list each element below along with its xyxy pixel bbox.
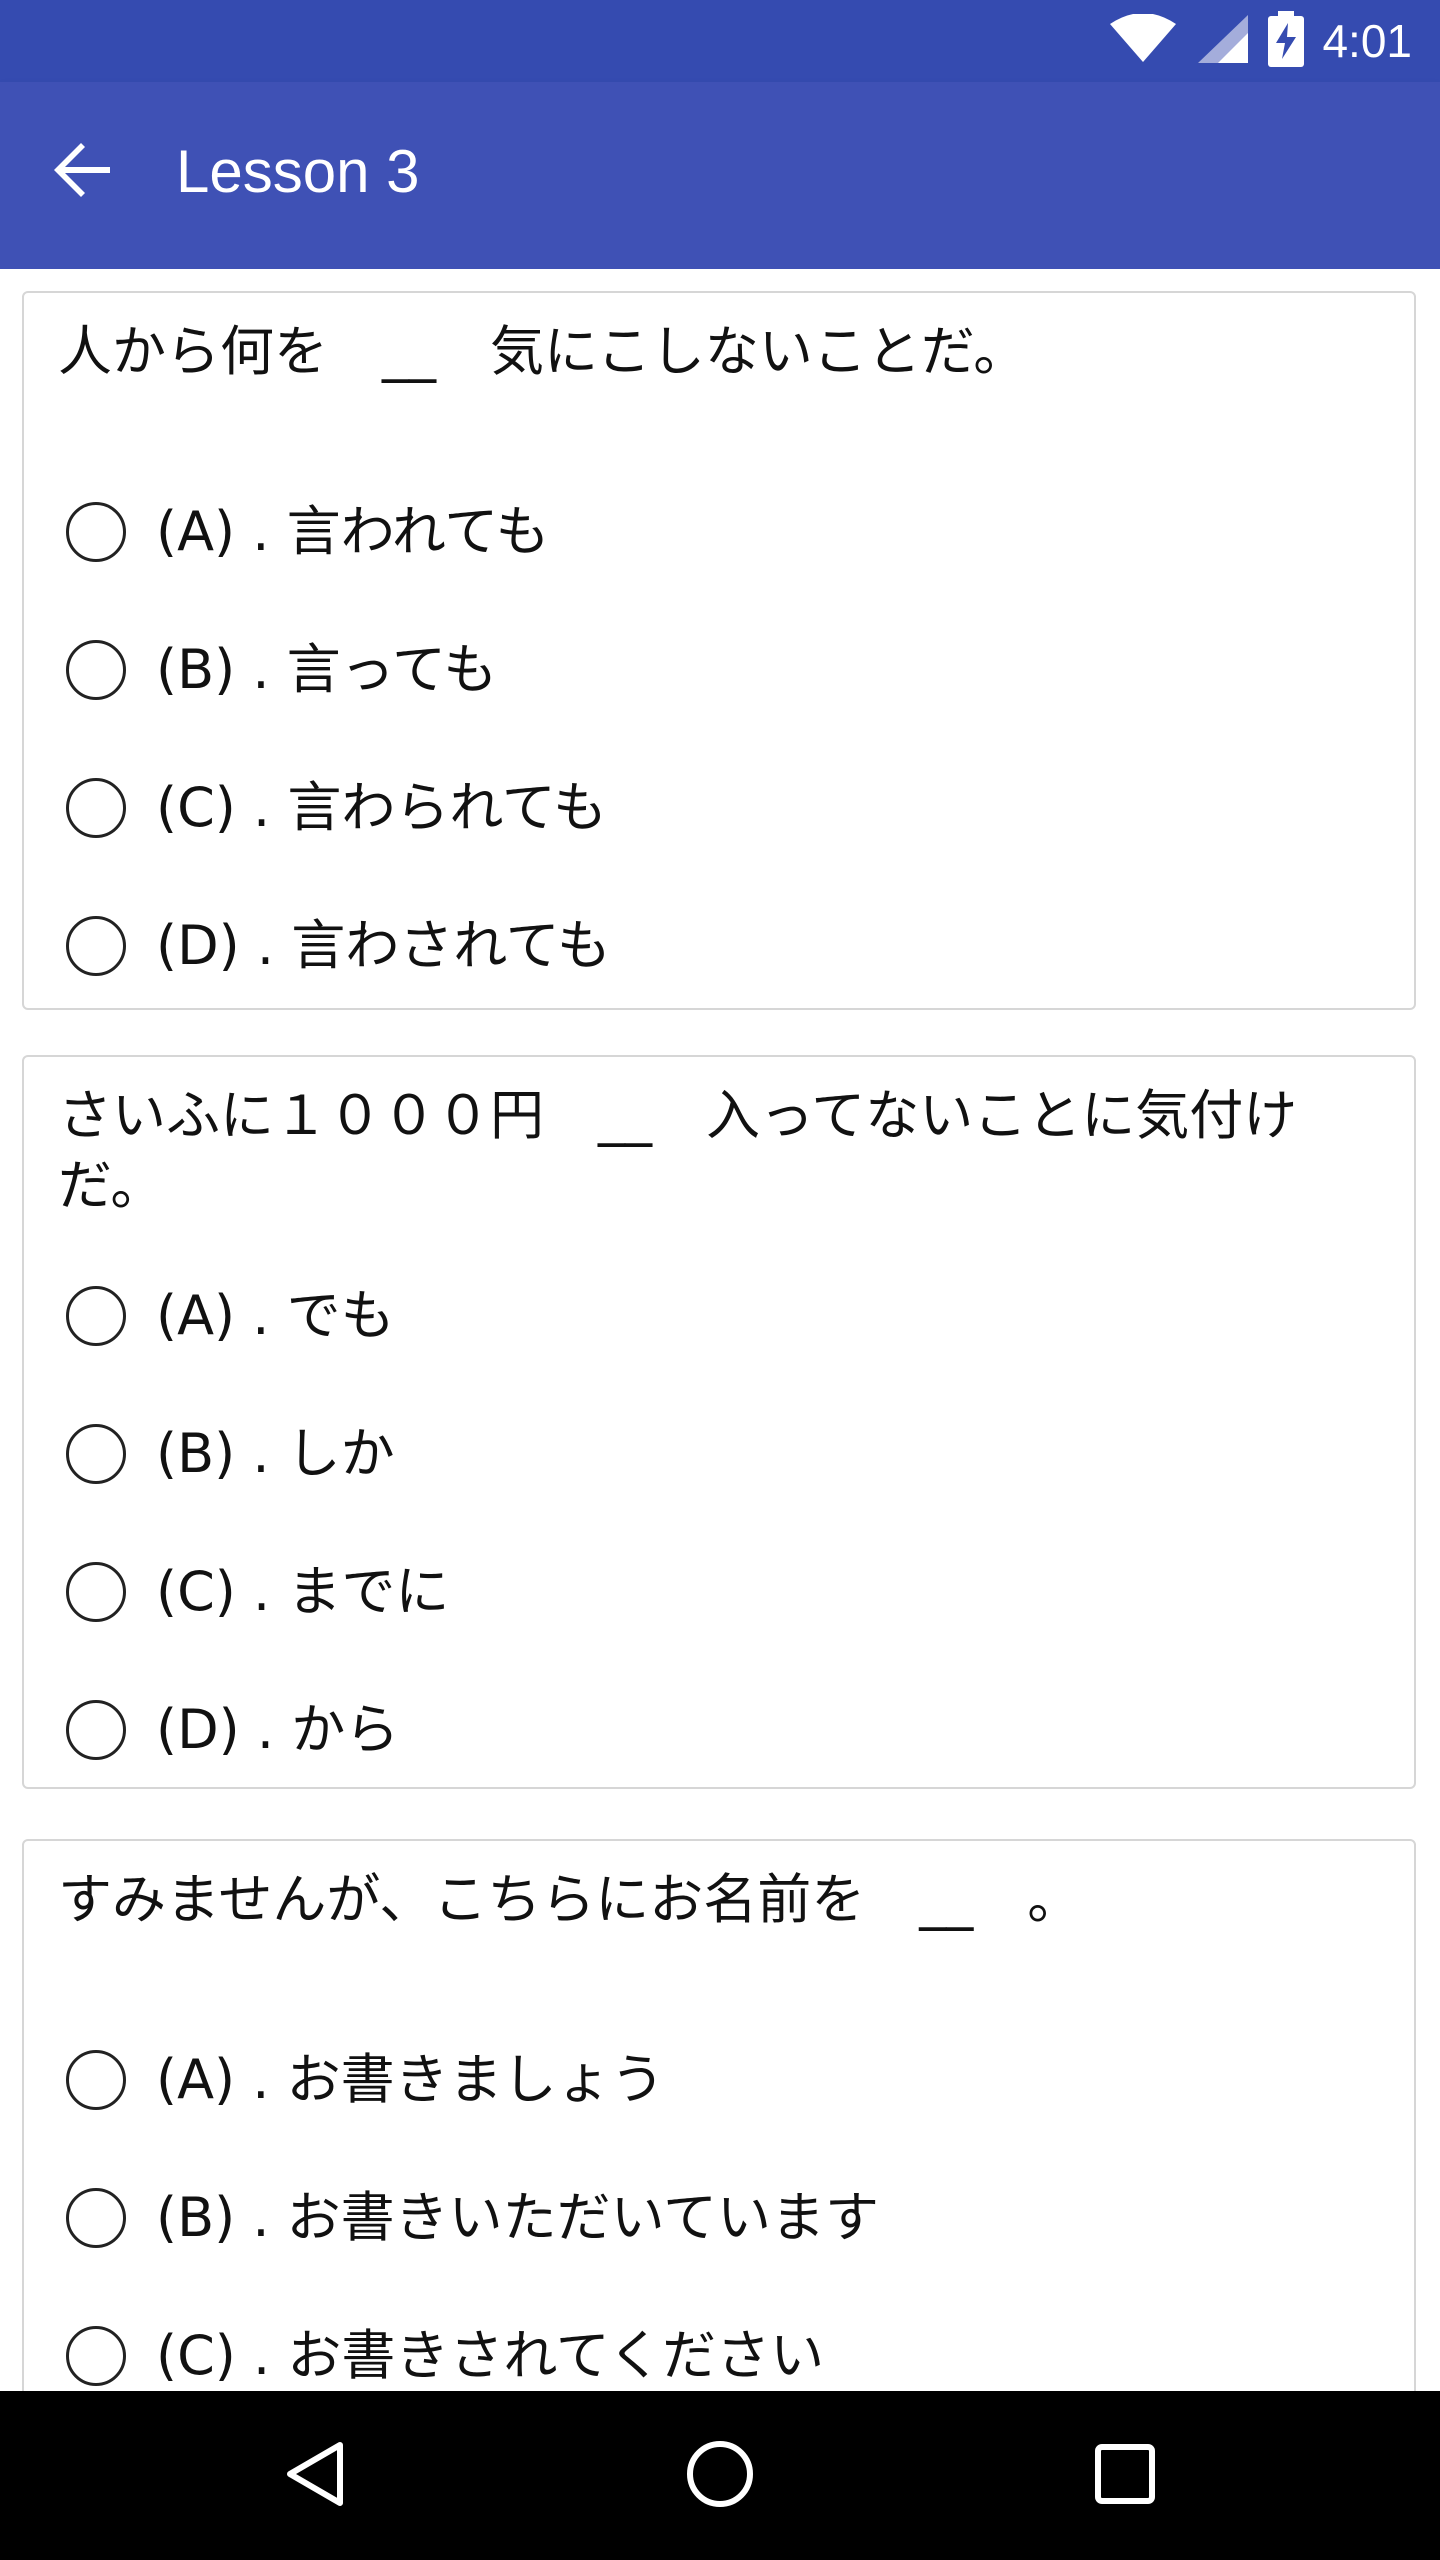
radio-button[interactable] [66, 2188, 126, 2248]
radio-button[interactable] [66, 2050, 126, 2110]
recents-square-icon [1093, 2442, 1157, 2510]
system-nav-bar [0, 2391, 1440, 2560]
app-bar: Lesson 3 [0, 82, 1440, 269]
option-label: (A) . でも [156, 1284, 395, 1347]
option-b[interactable]: (B) . しか [66, 1409, 395, 1499]
back-button[interactable] [44, 134, 120, 210]
radio-button[interactable] [66, 778, 126, 838]
question-text: すみませんが、こちらにお名前を __ 。 [58, 1868, 1082, 1931]
status-icons: 4:01 [1108, 0, 1412, 82]
radio-button[interactable] [66, 640, 126, 700]
option-c[interactable]: (C) . までに [66, 1547, 449, 1637]
option-label: (A) . 言われても [156, 500, 550, 563]
option-label: (C) . 言わられても [156, 776, 608, 839]
nav-recents-button[interactable] [1082, 2433, 1168, 2519]
back-triangle-icon [280, 2439, 350, 2513]
option-label: (B) . しか [156, 1422, 395, 1485]
question-text: さいふに１０００円 __ 入ってないことに気付けだ。 [58, 1084, 1298, 1217]
option-label: (B) . 言っても [156, 638, 498, 701]
option-b[interactable]: (B) . 言っても [66, 625, 497, 715]
radio-button[interactable] [66, 916, 126, 976]
question-text: 人から何を __ 気にこしないことだ。 [58, 320, 1028, 383]
nav-back-button[interactable] [272, 2433, 358, 2519]
question-card: 人から何を __ 気にこしないことだ。 (A) . 言われても (B) . 言っ… [22, 291, 1416, 1010]
nav-home-button[interactable] [677, 2433, 763, 2519]
radio-button[interactable] [66, 1700, 126, 1760]
option-a[interactable]: (A) . 言われても [66, 487, 550, 577]
option-label: (A) . お書きましょう [156, 2048, 665, 2111]
option-label: (D) . から [156, 1698, 400, 1761]
option-c[interactable]: (C) . お書きされてください [66, 2311, 824, 2391]
question-card: さいふに１０００円 __ 入ってないことに気付けだ。 (A) . でも (B) … [22, 1055, 1416, 1789]
option-c[interactable]: (C) . 言わられても [66, 763, 607, 853]
option-label: (C) . お書きされてください [156, 2324, 825, 2387]
option-b[interactable]: (B) . お書きいただいています [66, 2173, 879, 2263]
option-label: (D) . 言わされても [156, 914, 611, 977]
status-bar: 4:01 [0, 0, 1440, 82]
status-time: 4:01 [1322, 15, 1412, 67]
arrow-back-icon [50, 138, 114, 206]
radio-button[interactable] [66, 502, 126, 562]
radio-button[interactable] [66, 1562, 126, 1622]
option-a[interactable]: (A) . お書きましょう [66, 2035, 665, 2125]
question-list[interactable]: 人から何を __ 気にこしないことだ。 (A) . 言われても (B) . 言っ… [0, 269, 1440, 2391]
wifi-icon [1108, 13, 1178, 68]
page-title: Lesson 3 [176, 138, 420, 205]
question-card: すみませんが、こちらにお名前を __ 。 (A) . お書きましょう (B) .… [22, 1839, 1416, 2391]
radio-button[interactable] [66, 1424, 126, 1484]
option-label: (C) . までに [156, 1560, 450, 1623]
option-d[interactable]: (D) . 言わされても [66, 901, 611, 991]
option-d[interactable]: (D) . から [66, 1685, 399, 1775]
option-a[interactable]: (A) . でも [66, 1271, 395, 1361]
radio-button[interactable] [66, 2326, 126, 2386]
radio-button[interactable] [66, 1286, 126, 1346]
option-label: (B) . お書きいただいています [156, 2186, 880, 2249]
signal-icon [1196, 13, 1250, 69]
battery-charging-icon [1268, 11, 1305, 71]
home-circle-icon [684, 2438, 756, 2514]
